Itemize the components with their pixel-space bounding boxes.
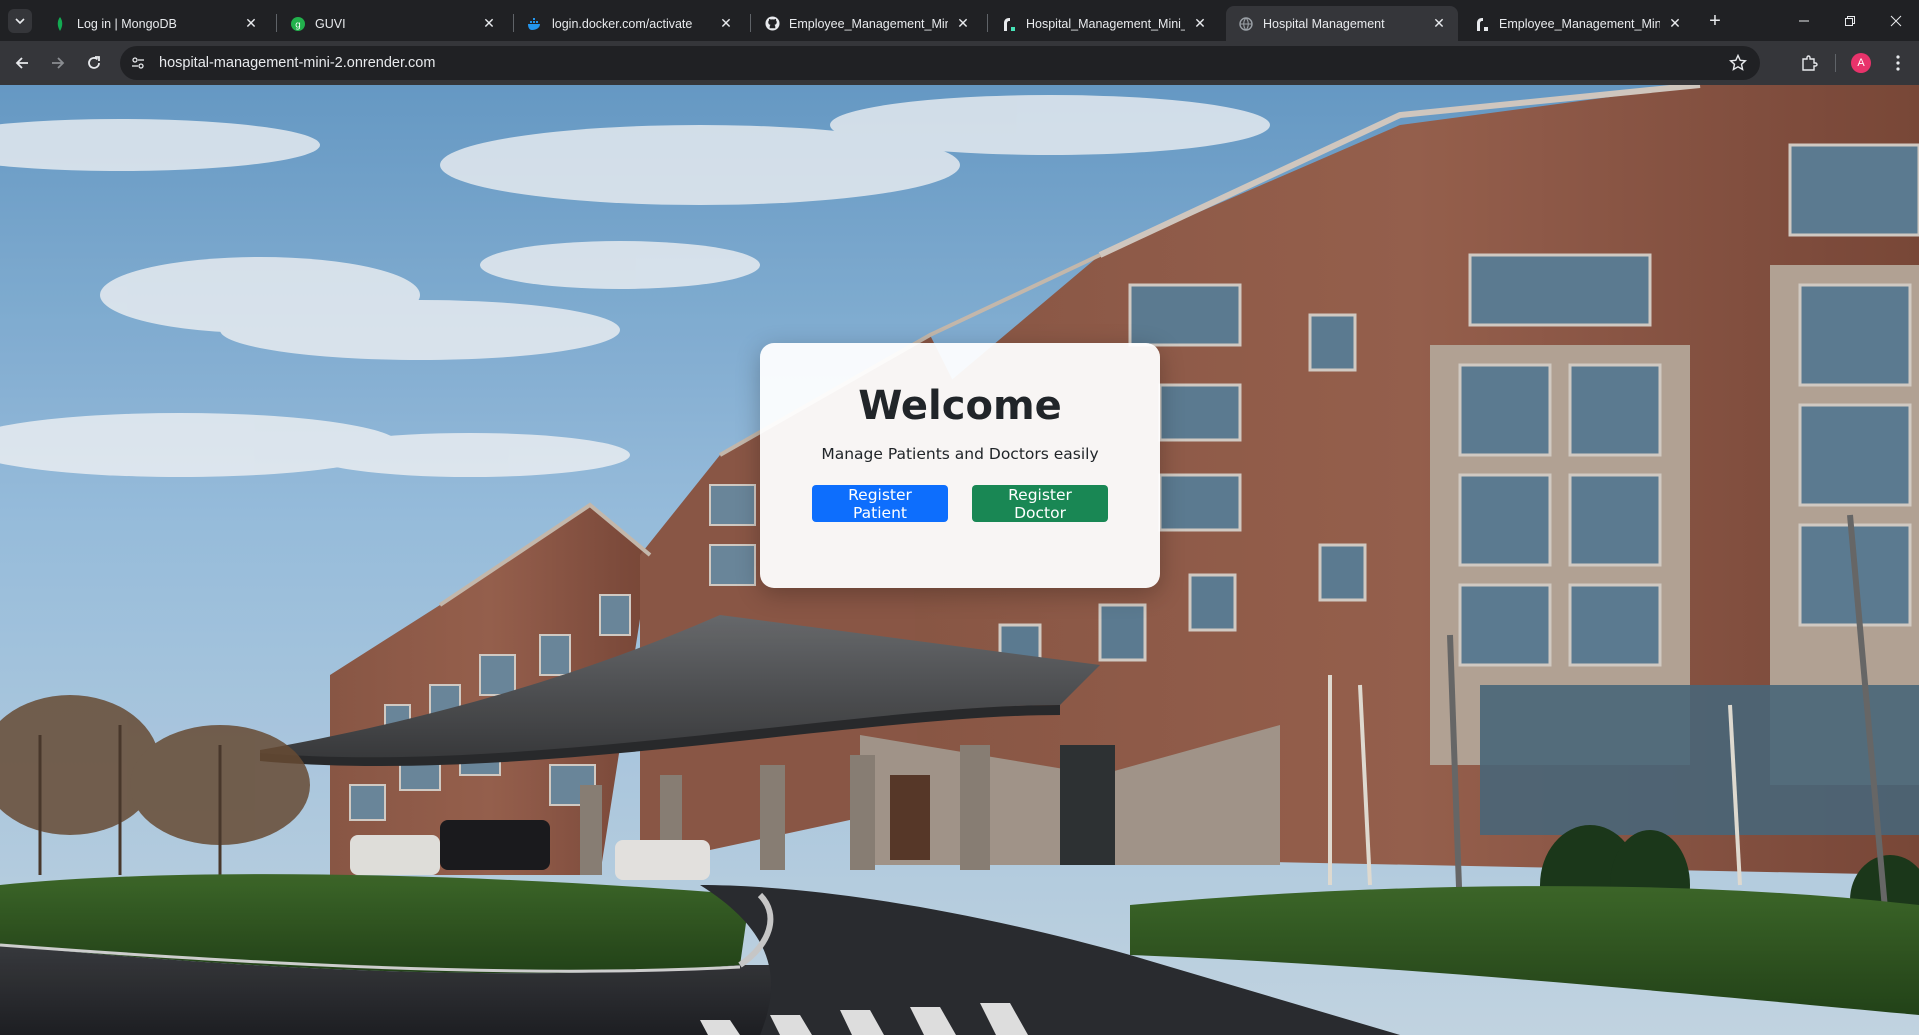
- chevron-down-icon: [15, 18, 25, 25]
- tab-divider: [276, 14, 277, 32]
- page-title: Welcome: [858, 383, 1062, 429]
- close-tab-icon[interactable]: ✕: [480, 15, 498, 33]
- bookmark-star-button[interactable]: [1728, 53, 1748, 73]
- register-patient-button[interactable]: Register Patient: [812, 485, 948, 522]
- close-icon: [1890, 15, 1902, 26]
- tab-title: Employee_Management_Mini_1: [789, 16, 948, 31]
- reload-button[interactable]: [78, 47, 110, 79]
- action-buttons: Register Patient Register Doctor: [760, 485, 1160, 522]
- render-icon: [1001, 16, 1017, 32]
- tab-hospital-management[interactable]: Hospital Management ✕: [1226, 6, 1458, 41]
- extensions-button[interactable]: [1793, 47, 1825, 79]
- tab-github-employee[interactable]: Employee_Management_Mini_1 ✕: [752, 6, 982, 41]
- tab-divider: [987, 14, 988, 32]
- tab-guvi[interactable]: g GUVI ✕: [278, 6, 508, 41]
- window-close-button[interactable]: [1873, 0, 1919, 41]
- svg-text:g: g: [295, 20, 301, 30]
- register-doctor-button[interactable]: Register Doctor: [972, 485, 1108, 522]
- close-tab-icon[interactable]: ✕: [1191, 15, 1209, 33]
- avatar: A: [1851, 53, 1871, 73]
- minimize-button[interactable]: [1781, 0, 1827, 41]
- address-bar[interactable]: hospital-management-mini-2.onrender.com: [120, 46, 1760, 80]
- forward-button[interactable]: [42, 47, 74, 79]
- tab-docker[interactable]: login.docker.com/activate ✕: [515, 6, 745, 41]
- close-tab-icon[interactable]: ✕: [1430, 15, 1448, 33]
- tab-title: Log in | MongoDB: [77, 16, 177, 31]
- new-tab-button[interactable]: +: [1703, 9, 1727, 33]
- tab-title: GUVI: [315, 16, 346, 31]
- browser-toolbar: hospital-management-mini-2.onrender.com …: [0, 41, 1919, 85]
- arrow-right-icon: [52, 57, 65, 69]
- more-vert-icon: [1896, 55, 1900, 71]
- puzzle-icon: [1802, 55, 1818, 71]
- guvi-icon: g: [290, 16, 306, 32]
- tab-title: Hospital Management: [1263, 16, 1385, 31]
- tab-strip: Log in | MongoDB ✕ g GUVI ✕ login.docker…: [0, 0, 1919, 41]
- tab-divider: [750, 14, 751, 32]
- tab-title: Hospital_Management_Mini_2: [1026, 16, 1185, 31]
- tab-mongodb[interactable]: Log in | MongoDB ✕: [40, 6, 270, 41]
- globe-icon: [1238, 16, 1254, 32]
- close-tab-icon[interactable]: ✕: [242, 15, 260, 33]
- tab-title: login.docker.com/activate: [552, 16, 693, 31]
- restore-button[interactable]: [1827, 0, 1873, 41]
- tab-render-hospital[interactable]: Hospital_Management_Mini_2 ✕: [989, 6, 1219, 41]
- tab-search-button[interactable]: [8, 9, 32, 33]
- close-tab-icon[interactable]: ✕: [954, 15, 972, 33]
- close-tab-icon[interactable]: ✕: [1666, 15, 1684, 33]
- github-icon: [764, 16, 780, 32]
- mongodb-leaf-icon: [52, 16, 68, 32]
- tab-divider: [513, 14, 514, 32]
- tune-icon: [132, 57, 144, 69]
- tab-render-employee[interactable]: Employee_Management_Mini_1 ✕: [1462, 6, 1694, 41]
- star-icon: [1729, 54, 1747, 71]
- docker-whale-icon: [527, 16, 543, 32]
- toolbar-divider: [1835, 54, 1836, 72]
- restore-icon: [1845, 15, 1855, 26]
- minimize-icon: [1799, 20, 1809, 21]
- browser-menu-button[interactable]: [1882, 47, 1914, 79]
- render-icon: [1474, 16, 1490, 32]
- back-button[interactable]: [6, 47, 38, 79]
- profile-button[interactable]: A: [1845, 47, 1877, 79]
- reload-icon: [88, 56, 100, 69]
- welcome-card: Welcome Manage Patients and Doctors easi…: [760, 343, 1160, 588]
- arrow-left-icon: [15, 57, 28, 69]
- page-viewport: Welcome Manage Patients and Doctors easi…: [0, 85, 1919, 1035]
- url-text[interactable]: hospital-management-mini-2.onrender.com: [159, 55, 435, 71]
- page-subtitle: Manage Patients and Doctors easily: [821, 445, 1099, 463]
- site-info-button[interactable]: [125, 50, 151, 76]
- close-tab-icon[interactable]: ✕: [717, 15, 735, 33]
- tab-title: Employee_Management_Mini_1: [1499, 16, 1660, 31]
